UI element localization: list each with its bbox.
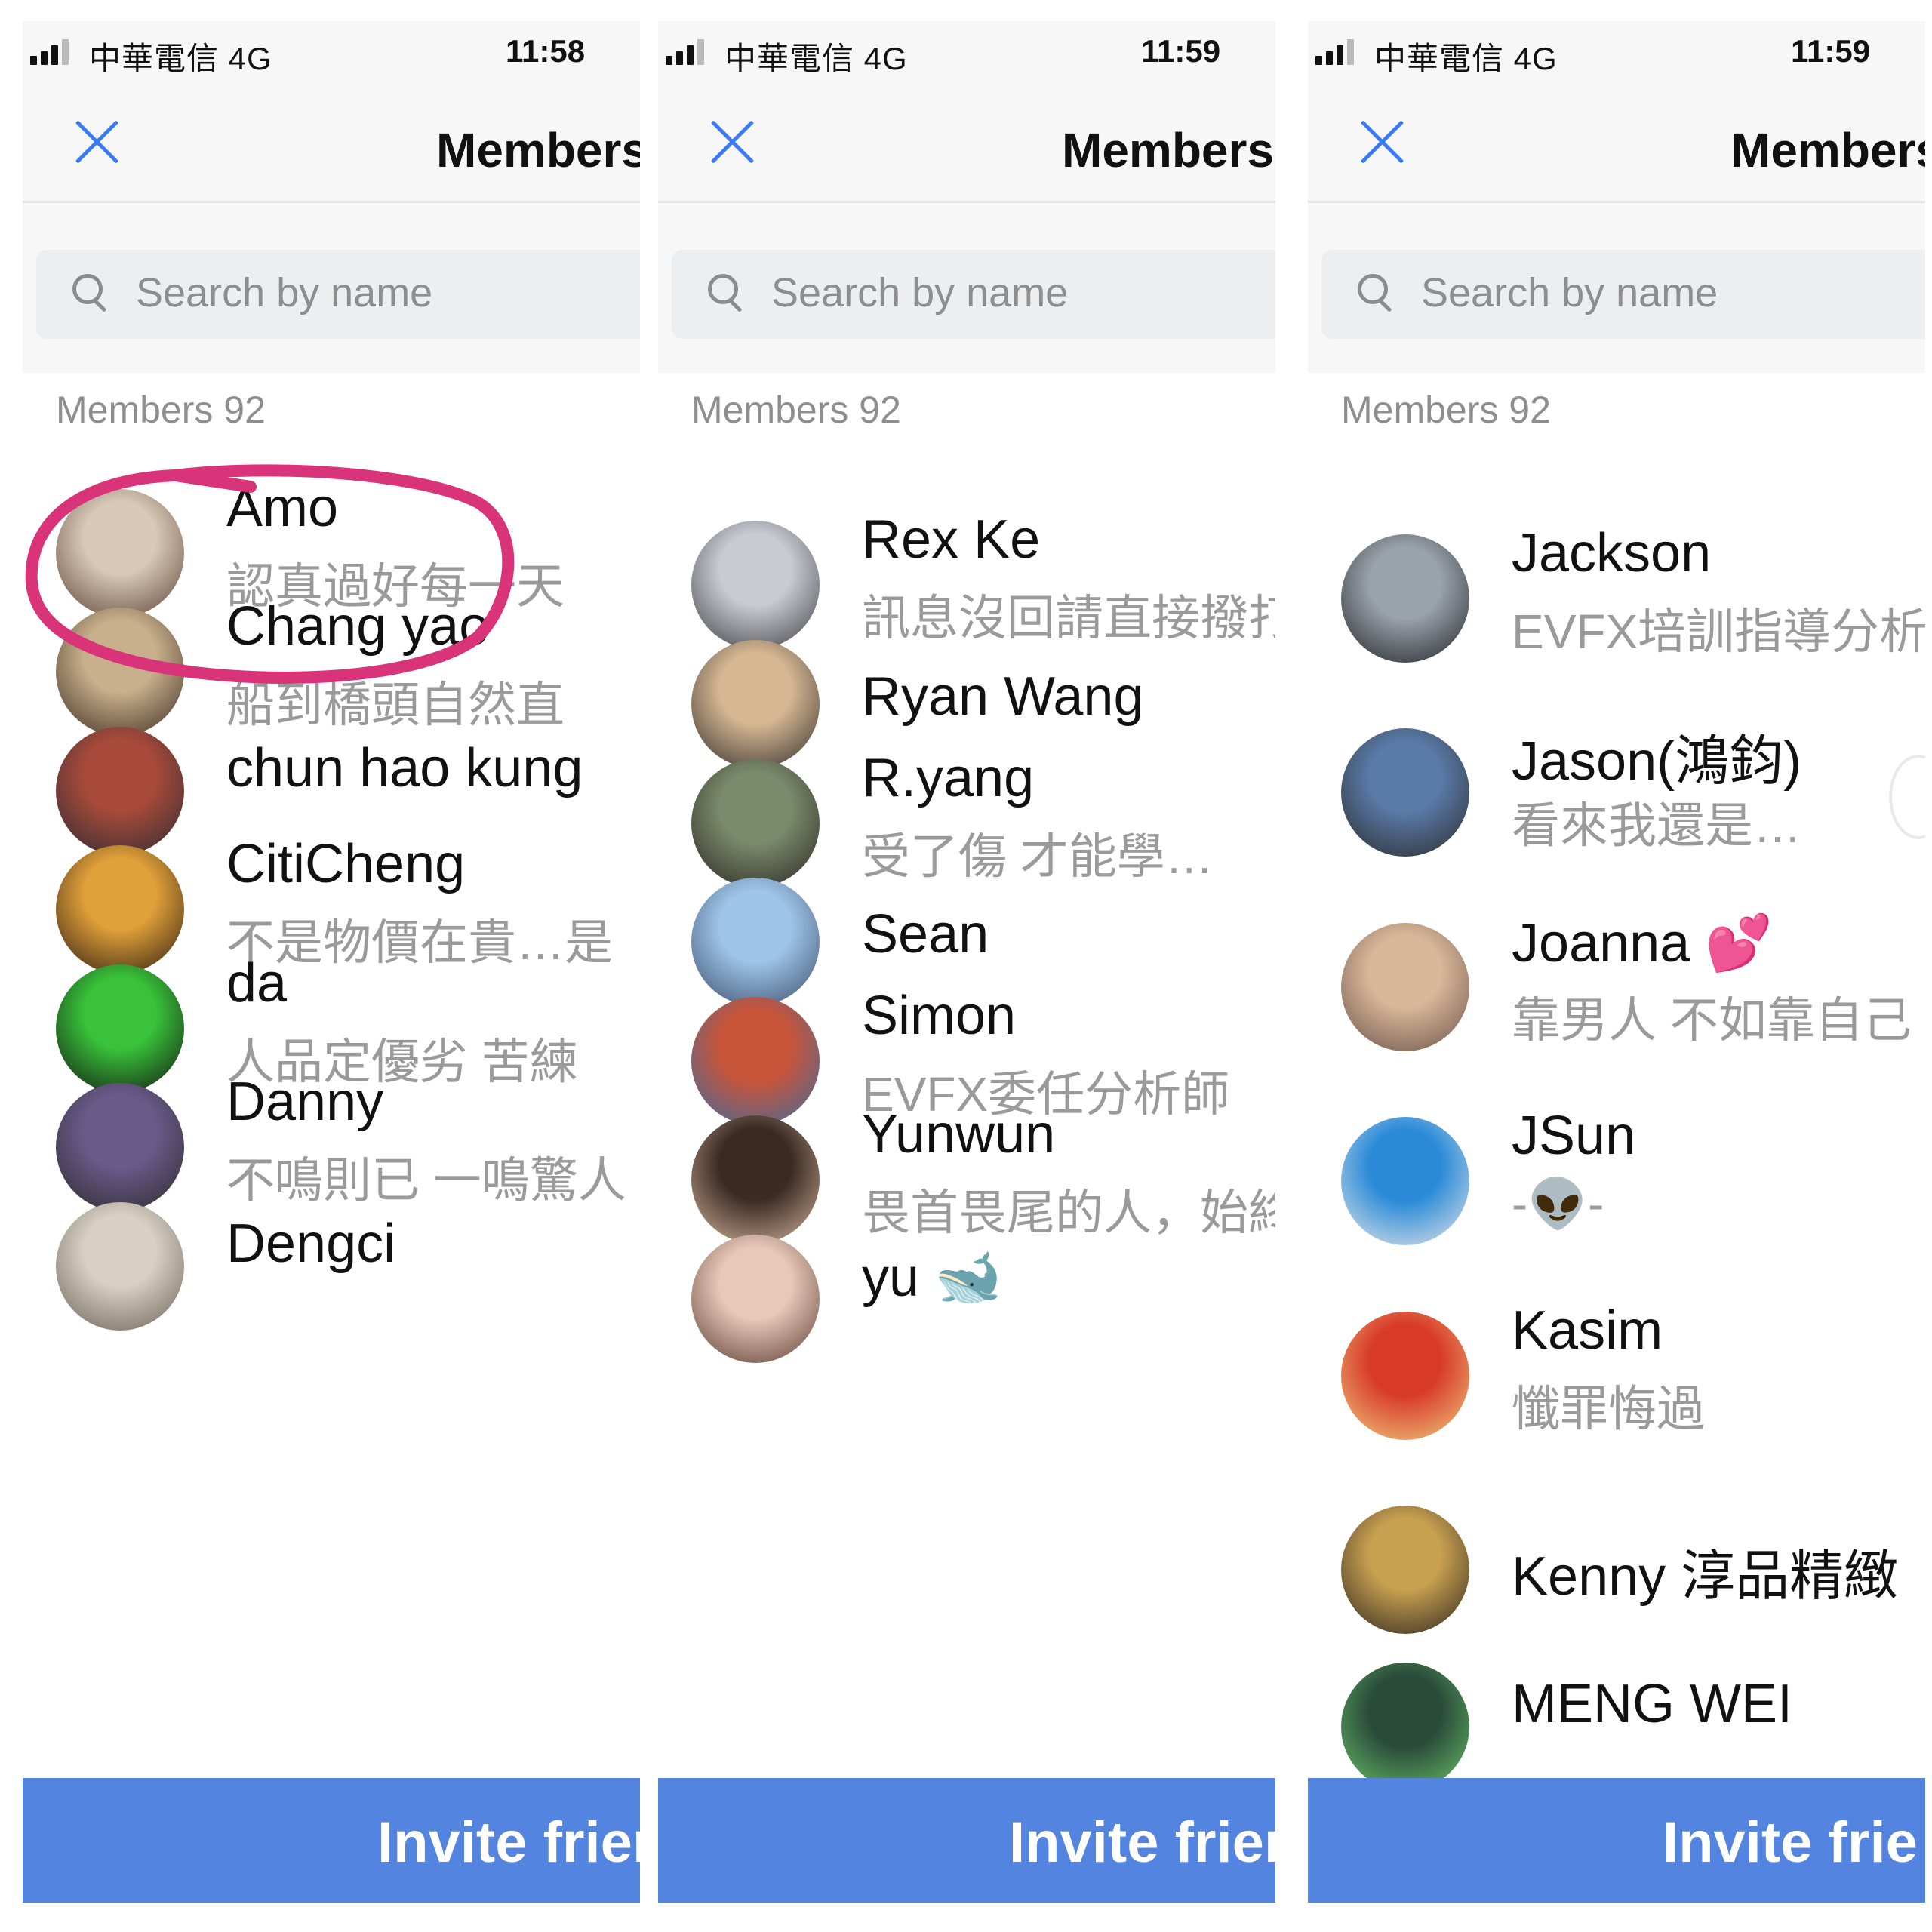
member-row[interactable]: Jackson EVFX培訓指導分析 bbox=[1308, 504, 1925, 663]
close-icon[interactable] bbox=[1358, 118, 1406, 166]
status-time: 11:59 bbox=[1141, 33, 1221, 69]
search-input[interactable]: Search by name bbox=[672, 250, 1275, 339]
carrier-label: 中華電信 4G bbox=[89, 41, 272, 76]
member-name: Dengci bbox=[226, 1214, 396, 1274]
avatar bbox=[1341, 1312, 1469, 1440]
member-name: Simon bbox=[862, 986, 1017, 1046]
member-name: JSun bbox=[1512, 1106, 1636, 1166]
avatar bbox=[1341, 534, 1469, 663]
member-status: -👽- bbox=[1512, 1177, 1604, 1231]
invite-friends-button[interactable]: Invite frie bbox=[1308, 1778, 1925, 1903]
members-count-label: Members 92 bbox=[1341, 389, 1551, 431]
member-name: Chang yao bbox=[226, 596, 490, 657]
invite-label: Invite frien bbox=[377, 1810, 640, 1875]
status-bar: 中華電信 4G 11:58 bbox=[23, 21, 640, 82]
member-name: Ryan Wang bbox=[862, 666, 1144, 727]
search-input[interactable]: Search by name bbox=[36, 250, 640, 339]
member-status: EVFX培訓指導分析 bbox=[1512, 605, 1925, 659]
member-row[interactable]: Joanna 💕 靠男人 不如靠自己 bbox=[1308, 893, 1925, 1051]
search-placeholder: Search by name bbox=[1421, 270, 1718, 315]
invite-label: Invite frie bbox=[1663, 1810, 1918, 1875]
search-icon bbox=[1358, 274, 1397, 313]
member-name: Danny bbox=[226, 1072, 384, 1132]
avatar bbox=[1341, 923, 1469, 1051]
invite-friends-button[interactable]: Invite frien bbox=[23, 1778, 640, 1903]
member-row[interactable]: Jason(鴻鈞) 看來我還是… bbox=[1308, 698, 1925, 857]
search-icon bbox=[72, 274, 112, 313]
member-name: Sean bbox=[862, 904, 989, 964]
close-icon[interactable] bbox=[708, 118, 756, 166]
status-time: 11:59 bbox=[1791, 33, 1871, 69]
status-bar: 中華電信 4G 11:59 bbox=[1308, 21, 1925, 82]
members-screen-2: 中華電信 4G 11:59 Members Search by name Mem… bbox=[658, 21, 1275, 1914]
close-icon[interactable] bbox=[72, 118, 121, 166]
signal-strength-icon bbox=[666, 38, 714, 65]
member-row[interactable]: Kenny 淳品精緻 bbox=[1308, 1475, 1925, 1634]
avatar bbox=[1341, 1117, 1469, 1245]
member-name: yu 🐋 bbox=[862, 1247, 1002, 1308]
page-title: Members bbox=[1062, 123, 1274, 177]
search-area: Search by name bbox=[23, 203, 640, 373]
member-name: da bbox=[226, 953, 288, 1014]
member-name: Jackson bbox=[1512, 523, 1712, 583]
search-input[interactable]: Search by name bbox=[1321, 250, 1925, 339]
signal-strength-icon bbox=[1315, 38, 1364, 65]
member-name: Rex Ke bbox=[862, 509, 1041, 570]
member-row[interactable]: yu 🐋 bbox=[658, 1204, 1275, 1363]
status-time: 11:58 bbox=[506, 33, 586, 69]
members-screen-3: 中華電信 4G 11:59 Members Search by name Mem… bbox=[1308, 21, 1925, 1914]
search-placeholder: Search by name bbox=[136, 270, 433, 315]
avatar bbox=[1341, 728, 1469, 857]
nav-bar: Members bbox=[658, 82, 1275, 203]
member-row[interactable]: JSun -👽- bbox=[1308, 1087, 1925, 1245]
invite-friends-button[interactable]: Invite frien bbox=[658, 1778, 1275, 1903]
search-icon bbox=[708, 274, 747, 313]
member-row[interactable]: Kasim 懺罪悔過 bbox=[1308, 1281, 1925, 1440]
signal-strength-icon bbox=[30, 38, 78, 65]
member-row[interactable]: MENG WEI bbox=[1308, 1632, 1925, 1791]
member-name: Kasim bbox=[1512, 1300, 1663, 1361]
member-name: chun hao kung bbox=[226, 738, 583, 798]
invite-label: Invite frien bbox=[1009, 1810, 1275, 1875]
member-status: 靠男人 不如靠自己 bbox=[1512, 993, 1912, 1048]
carrier-label: 中華電信 4G bbox=[724, 41, 908, 76]
member-name: Yunwun bbox=[862, 1104, 1056, 1164]
members-count-label: Members 92 bbox=[691, 389, 901, 431]
members-count-label: Members 92 bbox=[56, 389, 266, 431]
member-name: Kenny 淳品精緻 bbox=[1512, 1546, 1899, 1607]
member-name: CitiCheng bbox=[226, 834, 466, 894]
carrier-label: 中華電信 4G bbox=[1374, 41, 1558, 76]
page-title: Members bbox=[436, 123, 640, 177]
status-bar: 中華電信 4G 11:59 bbox=[658, 21, 1275, 82]
avatar bbox=[56, 1202, 184, 1331]
member-name: Jason(鴻鈞) bbox=[1512, 731, 1802, 792]
nav-bar: Members bbox=[1308, 82, 1925, 203]
member-row[interactable]: Dengci bbox=[23, 1172, 640, 1331]
avatar bbox=[691, 1235, 820, 1363]
nav-bar: Members bbox=[23, 82, 640, 203]
member-name: Amo bbox=[226, 478, 339, 538]
member-status: 懺罪悔過 bbox=[1512, 1382, 1705, 1436]
members-screen-1: 中華電信 4G 11:58 Members Search by name Mem… bbox=[23, 21, 640, 1914]
page-title: Members bbox=[1730, 123, 1925, 177]
search-placeholder: Search by name bbox=[771, 270, 1069, 315]
member-status: 看來我還是… bbox=[1512, 798, 1801, 853]
avatar bbox=[1341, 1506, 1469, 1634]
member-name: Joanna 💕 bbox=[1512, 913, 1773, 974]
member-name: MENG WEI bbox=[1512, 1674, 1792, 1734]
avatar bbox=[1341, 1663, 1469, 1791]
member-name: R.yang bbox=[862, 748, 1035, 808]
search-area: Search by name bbox=[1308, 203, 1925, 373]
search-area: Search by name bbox=[658, 203, 1275, 373]
